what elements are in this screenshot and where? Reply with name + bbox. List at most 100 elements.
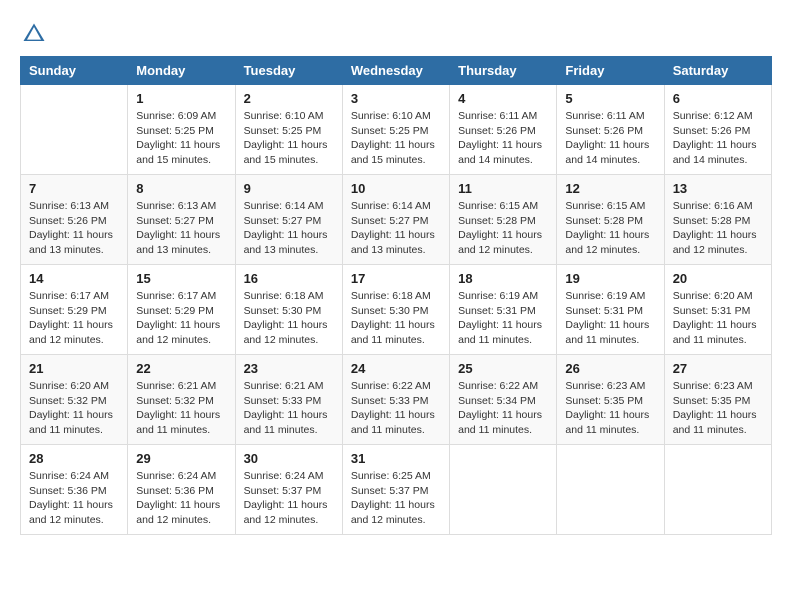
calendar-cell: 31Sunrise: 6:25 AMSunset: 5:37 PMDayligh… (342, 445, 449, 535)
calendar-cell: 26 Sunrise: 6:23 AMSunset: 5:35 PMDayligh… (557, 355, 664, 445)
day-info: Sunrise: 6:23 AMSunset: 5:35 PMDaylight:… (565, 379, 655, 438)
calendar-cell: 23 Sunrise: 6:21 AMSunset: 5:33 PMDayligh… (235, 355, 342, 445)
day-info: Sunrise: 6:20 AMSunset: 5:32 PMDaylight:… (29, 379, 119, 438)
day-info: Sunrise: 6:24 AMSunset: 5:36 PMDaylight:… (29, 469, 119, 528)
day-number: 2 (244, 91, 334, 106)
day-number: 24 (351, 361, 441, 376)
day-number: 8 (136, 181, 226, 196)
column-header-saturday: Saturday (664, 57, 771, 85)
calendar-cell: 5 Sunrise: 6:11 AMSunset: 5:26 PMDaylight… (557, 85, 664, 175)
calendar-cell: 11 Sunrise: 6:15 AMSunset: 5:28 PMDayligh… (450, 175, 557, 265)
calendar-cell: 4 Sunrise: 6:11 AMSunset: 5:26 PMDaylight… (450, 85, 557, 175)
week-row-3: 14 Sunrise: 6:17 AMSunset: 5:29 PMDayligh… (21, 265, 772, 355)
day-number: 27 (673, 361, 763, 376)
day-info: Sunrise: 6:24 AMSunset: 5:36 PMDaylight:… (136, 469, 226, 528)
day-number: 14 (29, 271, 119, 286)
logo (20, 20, 52, 48)
day-number: 20 (673, 271, 763, 286)
day-info: Sunrise: 6:11 AMSunset: 5:26 PMDaylight:… (458, 109, 548, 168)
day-info: Sunrise: 6:21 AMSunset: 5:32 PMDaylight:… (136, 379, 226, 438)
calendar-cell: 14 Sunrise: 6:17 AMSunset: 5:29 PMDayligh… (21, 265, 128, 355)
calendar-cell: 28 Sunrise: 6:24 AMSunset: 5:36 PMDayligh… (21, 445, 128, 535)
calendar-cell (664, 445, 771, 535)
day-number: 16 (244, 271, 334, 286)
day-number: 19 (565, 271, 655, 286)
day-number: 22 (136, 361, 226, 376)
day-number: 4 (458, 91, 548, 106)
day-info: Sunrise: 6:16 AMSunset: 5:28 PMDaylight:… (673, 199, 763, 258)
calendar-cell: 10Sunrise: 6:14 AMSunset: 5:27 PMDayligh… (342, 175, 449, 265)
day-info: Sunrise: 6:10 AMSunset: 5:25 PMDaylight:… (244, 109, 334, 168)
day-number: 28 (29, 451, 119, 466)
day-number: 6 (673, 91, 763, 106)
day-info: Sunrise: 6:22 AMSunset: 5:34 PMDaylight:… (458, 379, 548, 438)
calendar-cell: 21 Sunrise: 6:20 AMSunset: 5:32 PMDayligh… (21, 355, 128, 445)
day-number: 30 (244, 451, 334, 466)
calendar-cell: 16 Sunrise: 6:18 AMSunset: 5:30 PMDayligh… (235, 265, 342, 355)
day-number: 9 (244, 181, 334, 196)
day-info: Sunrise: 6:09 AMSunset: 5:25 PMDaylight:… (136, 109, 226, 168)
calendar-cell: 15Sunrise: 6:17 AMSunset: 5:29 PMDayligh… (128, 265, 235, 355)
day-info: Sunrise: 6:15 AMSunset: 5:28 PMDaylight:… (458, 199, 548, 258)
day-info: Sunrise: 6:13 AMSunset: 5:26 PMDaylight:… (29, 199, 119, 258)
day-info: Sunrise: 6:18 AMSunset: 5:30 PMDaylight:… (244, 289, 334, 348)
calendar-cell: 7 Sunrise: 6:13 AMSunset: 5:26 PMDaylight… (21, 175, 128, 265)
calendar-cell: 2 Sunrise: 6:10 AMSunset: 5:25 PMDaylight… (235, 85, 342, 175)
calendar-cell: 12Sunrise: 6:15 AMSunset: 5:28 PMDayligh… (557, 175, 664, 265)
day-number: 21 (29, 361, 119, 376)
day-info: Sunrise: 6:18 AMSunset: 5:30 PMDaylight:… (351, 289, 441, 348)
calendar-cell: 24Sunrise: 6:22 AMSunset: 5:33 PMDayligh… (342, 355, 449, 445)
day-number: 26 (565, 361, 655, 376)
day-number: 23 (244, 361, 334, 376)
column-header-thursday: Thursday (450, 57, 557, 85)
day-info: Sunrise: 6:19 AMSunset: 5:31 PMDaylight:… (458, 289, 548, 348)
calendar-cell: 29Sunrise: 6:24 AMSunset: 5:36 PMDayligh… (128, 445, 235, 535)
day-info: Sunrise: 6:10 AMSunset: 5:25 PMDaylight:… (351, 109, 441, 168)
calendar-cell (21, 85, 128, 175)
calendar-cell: 17 Sunrise: 6:18 AMSunset: 5:30 PMDayligh… (342, 265, 449, 355)
day-number: 11 (458, 181, 548, 196)
calendar-cell: 19 Sunrise: 6:19 AMSunset: 5:31 PMDayligh… (557, 265, 664, 355)
column-header-tuesday: Tuesday (235, 57, 342, 85)
week-row-5: 28 Sunrise: 6:24 AMSunset: 5:36 PMDayligh… (21, 445, 772, 535)
day-info: Sunrise: 6:14 AMSunset: 5:27 PMDaylight:… (244, 199, 334, 258)
header-row: SundayMondayTuesdayWednesdayThursdayFrid… (21, 57, 772, 85)
calendar-table: SundayMondayTuesdayWednesdayThursdayFrid… (20, 56, 772, 535)
page-header (20, 20, 772, 48)
calendar-cell: 30 Sunrise: 6:24 AMSunset: 5:37 PMDayligh… (235, 445, 342, 535)
calendar-cell: 18 Sunrise: 6:19 AMSunset: 5:31 PMDayligh… (450, 265, 557, 355)
column-header-monday: Monday (128, 57, 235, 85)
week-row-4: 21 Sunrise: 6:20 AMSunset: 5:32 PMDayligh… (21, 355, 772, 445)
day-number: 18 (458, 271, 548, 286)
day-number: 5 (565, 91, 655, 106)
calendar-cell: 6 Sunrise: 6:12 AMSunset: 5:26 PMDaylight… (664, 85, 771, 175)
day-number: 17 (351, 271, 441, 286)
calendar-cell (450, 445, 557, 535)
day-number: 15 (136, 271, 226, 286)
day-info: Sunrise: 6:25 AMSunset: 5:37 PMDaylight:… (351, 469, 441, 528)
day-info: Sunrise: 6:23 AMSunset: 5:35 PMDaylight:… (673, 379, 763, 438)
calendar-cell: 1 Sunrise: 6:09 AMSunset: 5:25 PMDaylight… (128, 85, 235, 175)
day-info: Sunrise: 6:11 AMSunset: 5:26 PMDaylight:… (565, 109, 655, 168)
day-number: 10 (351, 181, 441, 196)
day-info: Sunrise: 6:12 AMSunset: 5:26 PMDaylight:… (673, 109, 763, 168)
day-info: Sunrise: 6:19 AMSunset: 5:31 PMDaylight:… (565, 289, 655, 348)
column-header-sunday: Sunday (21, 57, 128, 85)
calendar-cell: 13 Sunrise: 6:16 AMSunset: 5:28 PMDayligh… (664, 175, 771, 265)
day-info: Sunrise: 6:21 AMSunset: 5:33 PMDaylight:… (244, 379, 334, 438)
day-info: Sunrise: 6:24 AMSunset: 5:37 PMDaylight:… (244, 469, 334, 528)
column-header-friday: Friday (557, 57, 664, 85)
calendar-cell: 22 Sunrise: 6:21 AMSunset: 5:32 PMDayligh… (128, 355, 235, 445)
logo-icon (20, 20, 48, 48)
day-number: 13 (673, 181, 763, 196)
day-info: Sunrise: 6:15 AMSunset: 5:28 PMDaylight:… (565, 199, 655, 258)
calendar-cell: 25 Sunrise: 6:22 AMSunset: 5:34 PMDayligh… (450, 355, 557, 445)
day-info: Sunrise: 6:13 AMSunset: 5:27 PMDaylight:… (136, 199, 226, 258)
day-number: 7 (29, 181, 119, 196)
calendar-cell: 8 Sunrise: 6:13 AMSunset: 5:27 PMDaylight… (128, 175, 235, 265)
calendar-cell: 3Sunrise: 6:10 AMSunset: 5:25 PMDaylight… (342, 85, 449, 175)
week-row-1: 1 Sunrise: 6:09 AMSunset: 5:25 PMDaylight… (21, 85, 772, 175)
day-number: 25 (458, 361, 548, 376)
day-number: 1 (136, 91, 226, 106)
day-info: Sunrise: 6:17 AMSunset: 5:29 PMDaylight:… (29, 289, 119, 348)
